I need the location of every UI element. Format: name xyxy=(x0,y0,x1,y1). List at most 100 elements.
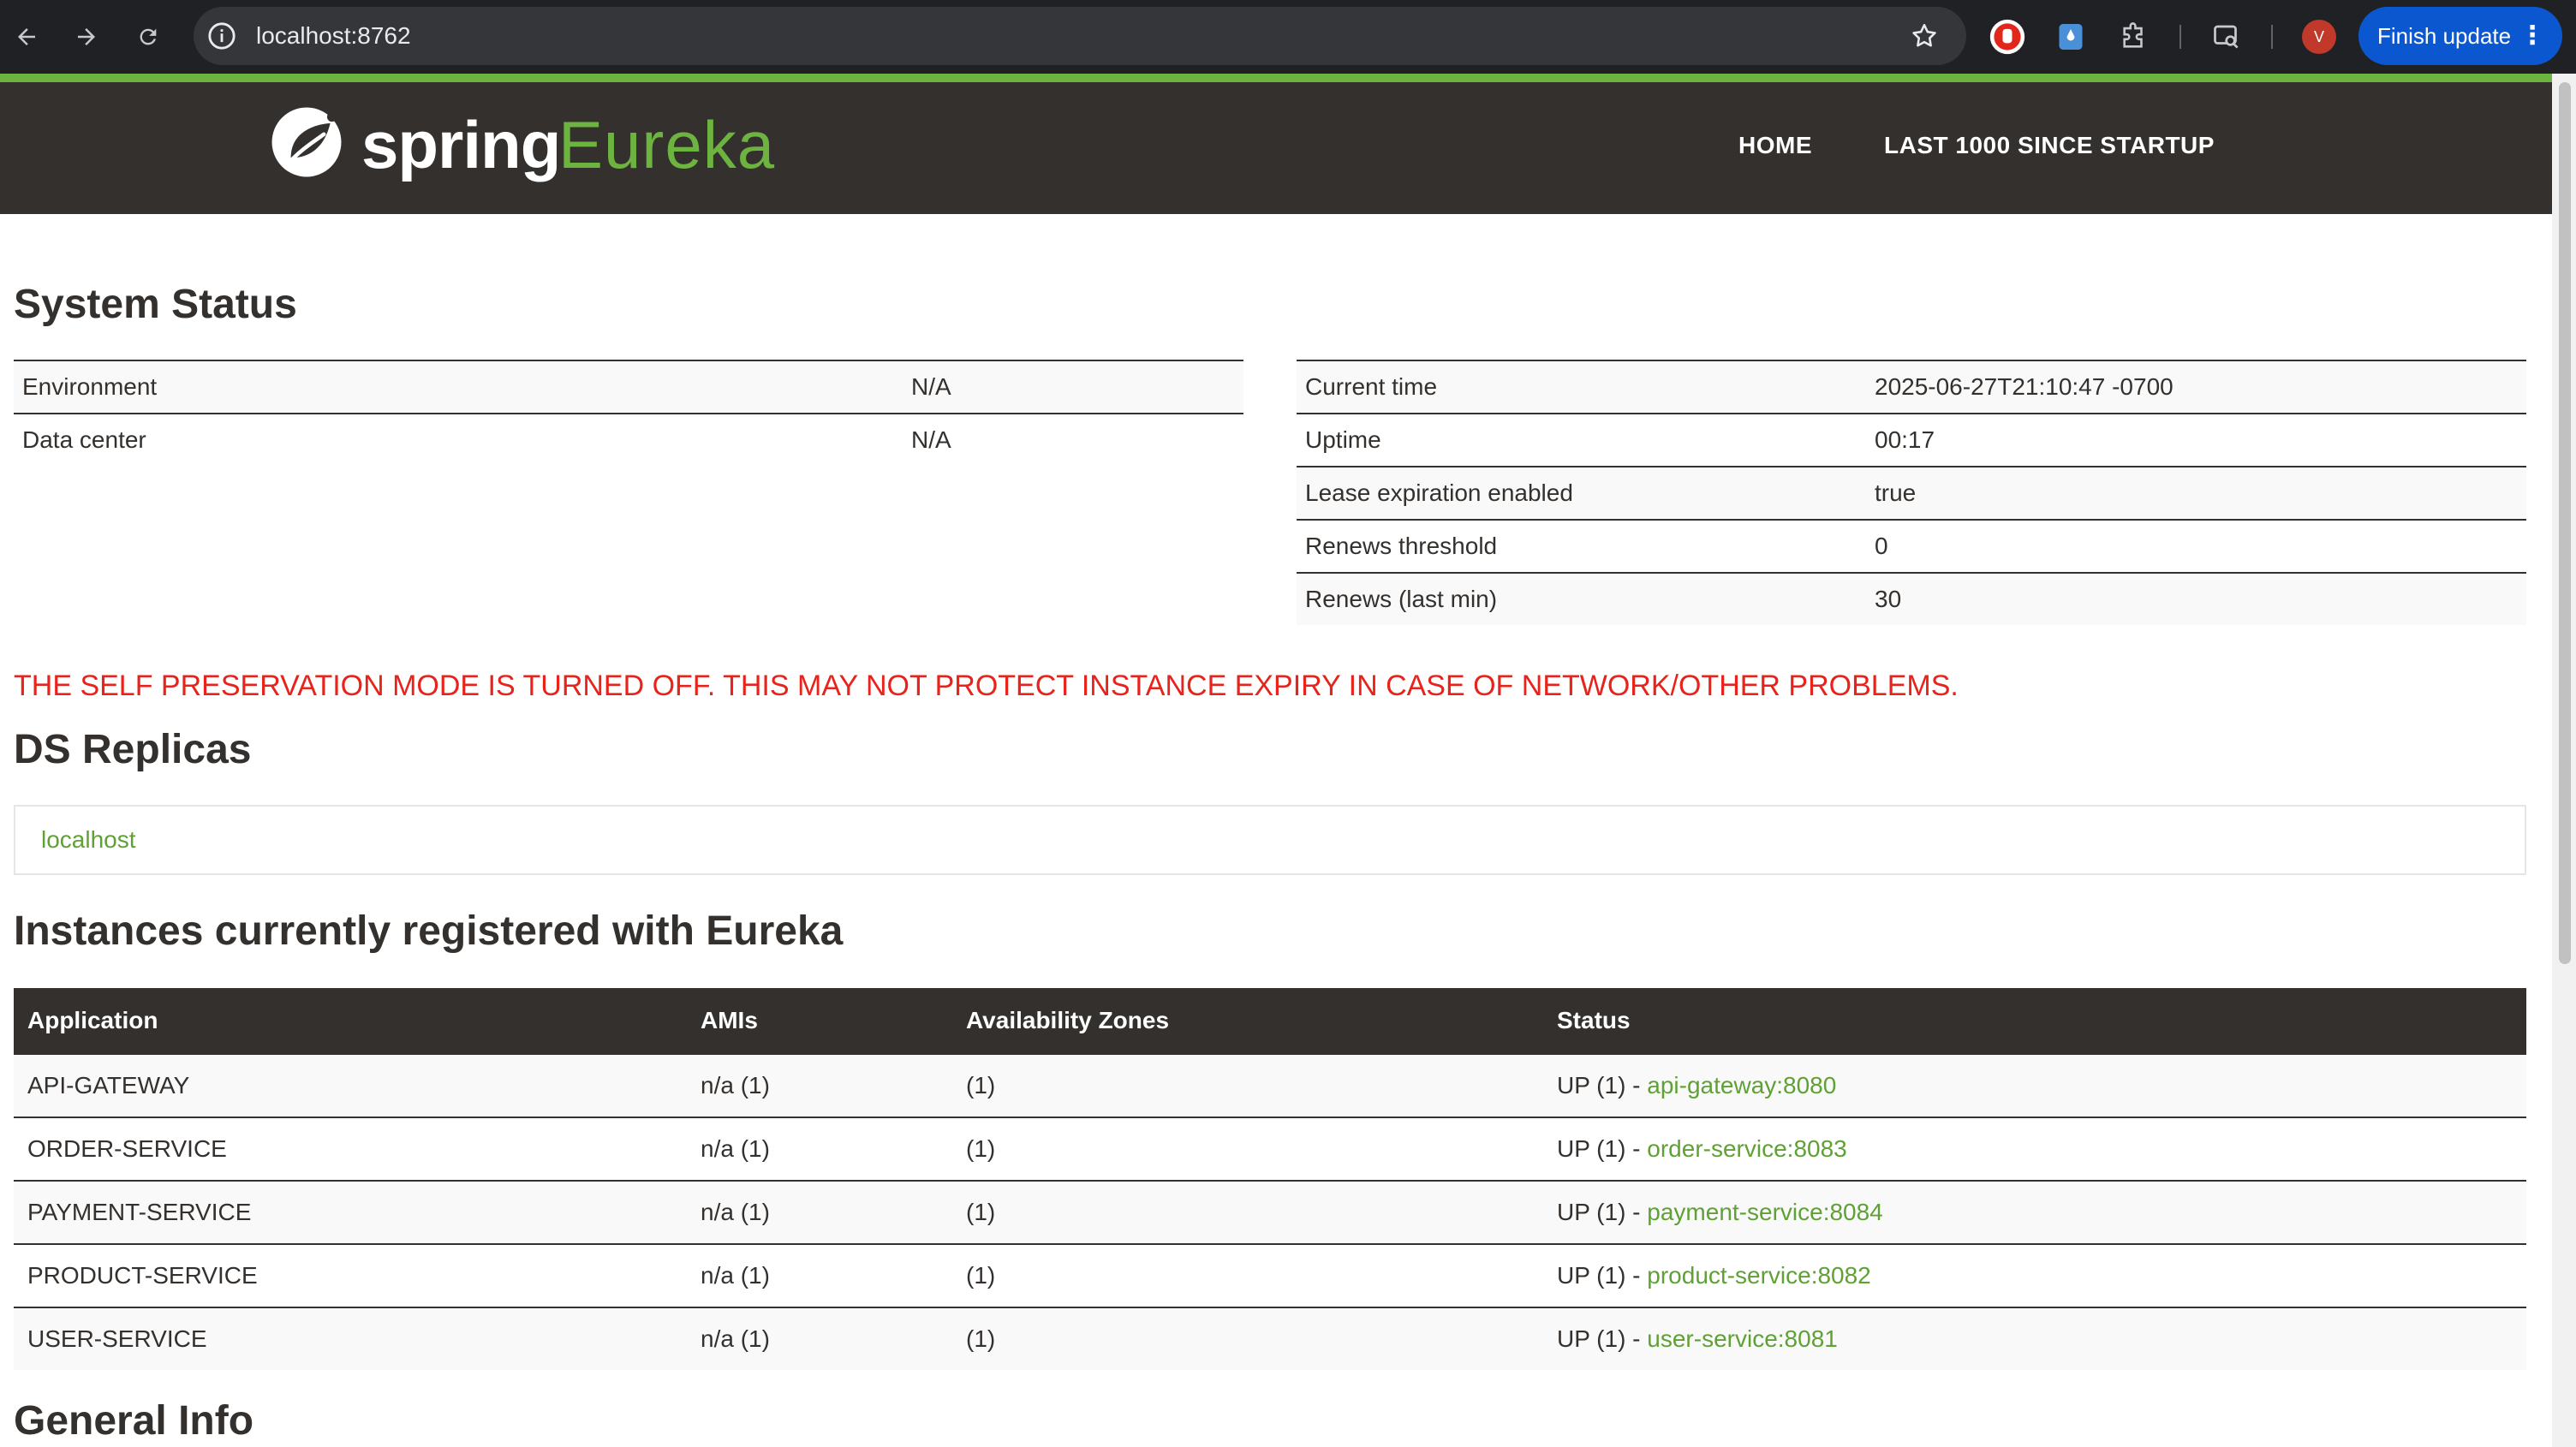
arrow-left-icon xyxy=(18,28,35,45)
table-row: Renews (last min) 30 xyxy=(1297,572,2526,625)
system-status-left-table: Environment N/A Data center N/A xyxy=(14,360,1243,466)
cell-application: API-GATEWAY xyxy=(14,1053,687,1117)
status-prefix: UP (1) - xyxy=(1557,1072,1648,1099)
browser-toolbar: localhost:8762 V Finish update ⋮ xyxy=(0,0,2576,74)
table-row: Environment N/A xyxy=(14,360,1243,414)
cell-application: USER-SERVICE xyxy=(14,1307,687,1370)
status-label: Lease expiration enabled xyxy=(1297,466,1866,520)
cell-status: UP (1) - order-service:8083 xyxy=(1543,1117,2526,1181)
cell-amis: n/a (1) xyxy=(687,1180,952,1244)
cell-amis: n/a (1) xyxy=(687,1307,952,1370)
instances-table: Application AMIs Availability Zones Stat… xyxy=(14,988,2526,1370)
table-row: API-GATEWAY n/a (1) (1) UP (1) - api-gat… xyxy=(14,1053,2526,1117)
status-value: N/A xyxy=(903,360,1243,414)
column-header-availability-zones: Availability Zones xyxy=(952,988,1543,1054)
cell-zones: (1) xyxy=(952,1117,1543,1181)
status-label: Renews threshold xyxy=(1297,519,1866,573)
status-value: N/A xyxy=(903,413,1243,466)
column-header-amis: AMIs xyxy=(687,988,952,1054)
table-row: Lease expiration enabled true xyxy=(1297,466,2526,520)
status-value: 00:17 xyxy=(1866,413,2526,467)
forward-button[interactable] xyxy=(65,15,108,58)
status-label: Renews (last min) xyxy=(1297,572,1866,625)
cell-amis: n/a (1) xyxy=(687,1053,952,1117)
status-label: Environment xyxy=(14,360,903,414)
status-value: 2025-06-27T21:10:47 -0700 xyxy=(1866,360,2526,414)
cell-application: ORDER-SERVICE xyxy=(14,1117,687,1181)
table-row: ORDER-SERVICE n/a (1) (1) UP (1) - order… xyxy=(14,1117,2526,1181)
table-row: Current time 2025-06-27T21:10:47 -0700 xyxy=(1297,360,2526,414)
finish-update-button[interactable]: Finish update ⋮ xyxy=(2358,7,2562,65)
instances-heading: Instances currently registered with Eure… xyxy=(14,908,844,954)
table-row: Data center N/A xyxy=(14,413,1243,466)
instance-link[interactable]: order-service:8083 xyxy=(1647,1135,1846,1162)
bookmark-star-icon[interactable] xyxy=(1910,21,1939,51)
status-value: 30 xyxy=(1866,572,2526,625)
nav-last-1000-link[interactable]: LAST 1000 SINCE STARTUP xyxy=(1884,130,2215,161)
extension-dropper-button[interactable] xyxy=(2052,18,2090,56)
replica-link-localhost[interactable]: localhost xyxy=(41,807,136,873)
ds-replicas-heading: DS Replicas xyxy=(14,727,252,772)
page-scrollbar-thumb[interactable] xyxy=(2559,82,2571,964)
logo-eureka-text[interactable]: Eureka xyxy=(558,106,775,183)
arrow-right-icon xyxy=(78,28,95,45)
extension-adblock-button[interactable] xyxy=(1989,18,2026,56)
browser-accent-strip xyxy=(0,74,2576,82)
instance-link[interactable]: product-service:8082 xyxy=(1647,1262,1870,1289)
address-bar[interactable]: localhost:8762 xyxy=(194,7,1966,65)
status-prefix: UP (1) - xyxy=(1557,1199,1648,1225)
table-row: PRODUCT-SERVICE n/a (1) (1) UP (1) - pro… xyxy=(14,1243,2526,1307)
cell-status: UP (1) - payment-service:8084 xyxy=(1543,1180,2526,1244)
cell-zones: (1) xyxy=(952,1243,1543,1307)
reload-button[interactable] xyxy=(127,15,170,58)
status-prefix: UP (1) - xyxy=(1557,1135,1648,1162)
tab-search-icon xyxy=(2214,25,2239,49)
reload-icon xyxy=(140,28,157,45)
status-label: Uptime xyxy=(1297,413,1866,467)
column-header-application: Application xyxy=(14,988,687,1054)
status-value: 0 xyxy=(1866,519,2526,573)
cell-amis: n/a (1) xyxy=(687,1117,952,1181)
status-label: Data center xyxy=(14,413,903,466)
status-value: true xyxy=(1866,466,2526,520)
self-preservation-warning: THE SELF PRESERVATION MODE IS TURNED OFF… xyxy=(14,670,1959,702)
table-row: Renews threshold 0 xyxy=(1297,519,2526,573)
back-button[interactable] xyxy=(5,15,48,58)
cell-status: UP (1) - api-gateway:8080 xyxy=(1543,1053,2526,1117)
nav-home-link[interactable]: HOME xyxy=(1738,130,1812,161)
site-info-icon[interactable] xyxy=(207,21,236,51)
ds-replicas-list: localhost xyxy=(14,805,2526,875)
system-status-heading: System Status xyxy=(14,282,297,327)
puzzle-icon xyxy=(2123,22,2143,48)
table-row: PAYMENT-SERVICE n/a (1) (1) UP (1) - pay… xyxy=(14,1180,2526,1244)
instance-link[interactable]: payment-service:8084 xyxy=(1647,1199,1882,1225)
status-prefix: UP (1) - xyxy=(1557,1262,1648,1289)
dropper-icon xyxy=(2059,24,2083,50)
cell-application: PAYMENT-SERVICE xyxy=(14,1180,687,1244)
url-text[interactable]: localhost:8762 xyxy=(256,7,411,65)
cell-application: PRODUCT-SERVICE xyxy=(14,1243,687,1307)
instance-link[interactable]: user-service:8081 xyxy=(1647,1325,1838,1352)
spring-leaf-logo-icon[interactable] xyxy=(267,103,346,182)
system-status-right-table: Current time 2025-06-27T21:10:47 -0700 U… xyxy=(1297,360,2526,625)
cell-status: UP (1) - user-service:8081 xyxy=(1543,1307,2526,1370)
cell-amis: n/a (1) xyxy=(687,1243,952,1307)
column-header-status: Status xyxy=(1543,988,2526,1054)
cell-status: UP (1) - product-service:8082 xyxy=(1543,1243,2526,1307)
status-label: Current time xyxy=(1297,360,1866,414)
toolbar-divider xyxy=(2179,25,2181,49)
table-header-row: Application AMIs Availability Zones Stat… xyxy=(14,988,2526,1054)
status-prefix: UP (1) - xyxy=(1557,1325,1648,1352)
adblock-icon xyxy=(1989,19,2025,55)
general-info-heading: General Info xyxy=(14,1398,254,1444)
more-options-icon[interactable]: ⋮ xyxy=(2519,7,2545,65)
extensions-button[interactable] xyxy=(2115,18,2153,56)
cell-zones: (1) xyxy=(952,1307,1543,1370)
instance-link[interactable]: api-gateway:8080 xyxy=(1647,1072,1836,1099)
eureka-navbar: spring Eureka HOME LAST 1000 SINCE START… xyxy=(0,82,2552,214)
finish-update-label: Finish update xyxy=(2377,23,2512,49)
logo-spring-text[interactable]: spring xyxy=(361,106,561,183)
cell-zones: (1) xyxy=(952,1053,1543,1117)
profile-avatar[interactable]: V xyxy=(2302,20,2336,54)
tab-search-button[interactable] xyxy=(2208,18,2245,56)
